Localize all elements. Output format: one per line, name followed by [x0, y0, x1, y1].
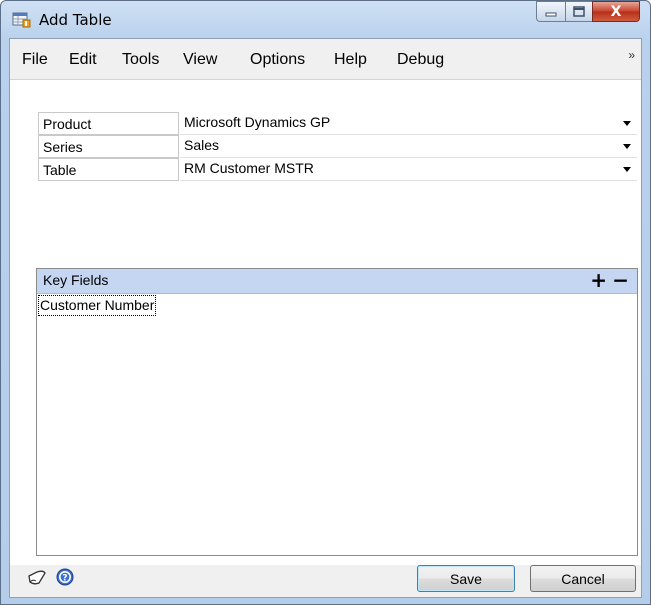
table-value: RM Customer MSTR: [184, 160, 314, 176]
remove-key-field-button[interactable]: −: [612, 268, 629, 292]
product-value: Microsoft Dynamics GP: [184, 114, 331, 130]
product-label: Product: [38, 112, 179, 135]
menu-debug[interactable]: Debug: [397, 51, 444, 69]
product-row: Product Microsoft Dynamics GP: [38, 112, 637, 136]
chevron-down-icon[interactable]: [623, 144, 631, 149]
menu-file[interactable]: File: [22, 51, 48, 69]
product-dropdown[interactable]: Microsoft Dynamics GP: [180, 112, 637, 135]
footer-bar: ? Save Cancel: [10, 565, 641, 597]
svg-text:?: ?: [62, 574, 67, 584]
maximize-button[interactable]: [565, 1, 592, 22]
cancel-button[interactable]: Cancel: [530, 565, 636, 592]
minimize-button[interactable]: [536, 1, 565, 22]
menu-edit[interactable]: Edit: [69, 51, 97, 69]
key-fields-header: Key Fields + −: [37, 268, 637, 294]
client-area: File Edit Tools View Options Help Debug …: [9, 38, 642, 598]
table-app-icon: [12, 12, 31, 28]
close-icon: X: [610, 3, 622, 20]
menu-view[interactable]: View: [183, 51, 217, 69]
series-row: Series Sales: [38, 135, 637, 159]
menu-overflow-icon[interactable]: »: [628, 48, 635, 62]
menu-help[interactable]: Help: [334, 51, 367, 69]
series-label: Series: [38, 135, 179, 158]
table-dropdown[interactable]: RM Customer MSTR: [180, 158, 637, 181]
add-key-field-button[interactable]: +: [590, 268, 607, 292]
table-label: Table: [38, 158, 179, 181]
window-title: Add Table: [39, 11, 112, 29]
series-dropdown[interactable]: Sales: [180, 135, 637, 158]
note-icon[interactable]: [26, 567, 48, 587]
key-fields-panel: Key Fields + − Customer Number: [36, 268, 638, 556]
form-content: Product Microsoft Dynamics GP Series Sal…: [10, 80, 641, 597]
chevron-down-icon[interactable]: [623, 167, 631, 172]
key-fields-title: Key Fields: [43, 272, 109, 288]
series-value: Sales: [184, 137, 220, 153]
chevron-down-icon[interactable]: [623, 121, 631, 126]
title-bar[interactable]: Add Table X: [1, 1, 650, 37]
save-button[interactable]: Save: [417, 565, 515, 592]
list-item[interactable]: Customer Number: [37, 295, 157, 316]
menu-options[interactable]: Options: [250, 51, 305, 69]
menu-bar: File Edit Tools View Options Help Debug …: [10, 39, 641, 80]
add-table-window: Add Table X File Edit Tools View Options…: [0, 0, 651, 605]
table-row: Table RM Customer MSTR: [38, 158, 637, 182]
maximize-icon: [573, 6, 585, 17]
close-button[interactable]: X: [592, 1, 640, 22]
caption-buttons: X: [536, 1, 640, 23]
minimize-icon: [545, 12, 557, 16]
menu-tools[interactable]: Tools: [122, 51, 159, 69]
help-icon[interactable]: ?: [56, 568, 74, 586]
